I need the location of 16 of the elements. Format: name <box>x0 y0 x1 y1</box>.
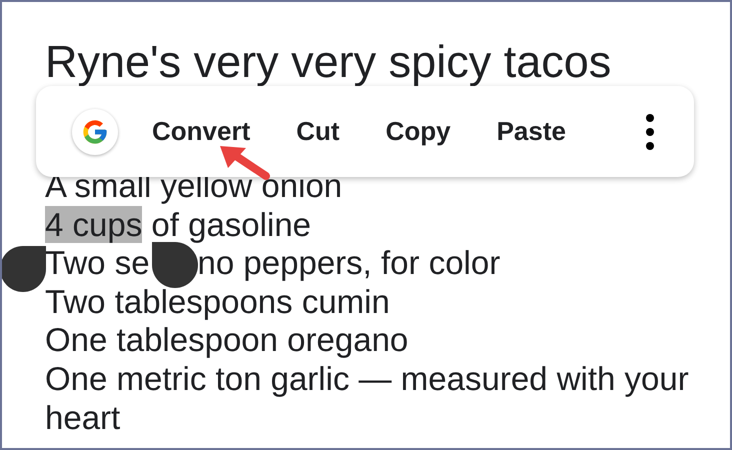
toolbar-action[interactable]: Convert <box>140 104 262 159</box>
ingredient-text: of gasoline <box>150 206 312 243</box>
toolbar-action[interactable]: Paste <box>484 104 578 159</box>
recipe-title: Ryne's very very spicy tacos <box>45 38 612 86</box>
ingredient-text: Two tablespoons cumin <box>45 282 390 320</box>
ingredient-text: 4 cups <box>45 206 142 243</box>
ingredient-text: One tablespoon oregano <box>45 321 408 358</box>
google-icon[interactable] <box>72 108 118 154</box>
left-selection-handle[interactable] <box>2 246 46 292</box>
ingredient-text: One metric ton garlic — measured with your heart <box>45 360 690 436</box>
ingredient-text: Two se <box>45 244 150 282</box>
right-selection-handle[interactable] <box>152 242 198 288</box>
ingredient-text: no peppers, for color <box>198 244 500 282</box>
more-icon[interactable] <box>644 114 656 150</box>
toolbar-action[interactable]: Copy <box>374 104 463 159</box>
toolbar-action[interactable]: Cut <box>284 104 352 159</box>
